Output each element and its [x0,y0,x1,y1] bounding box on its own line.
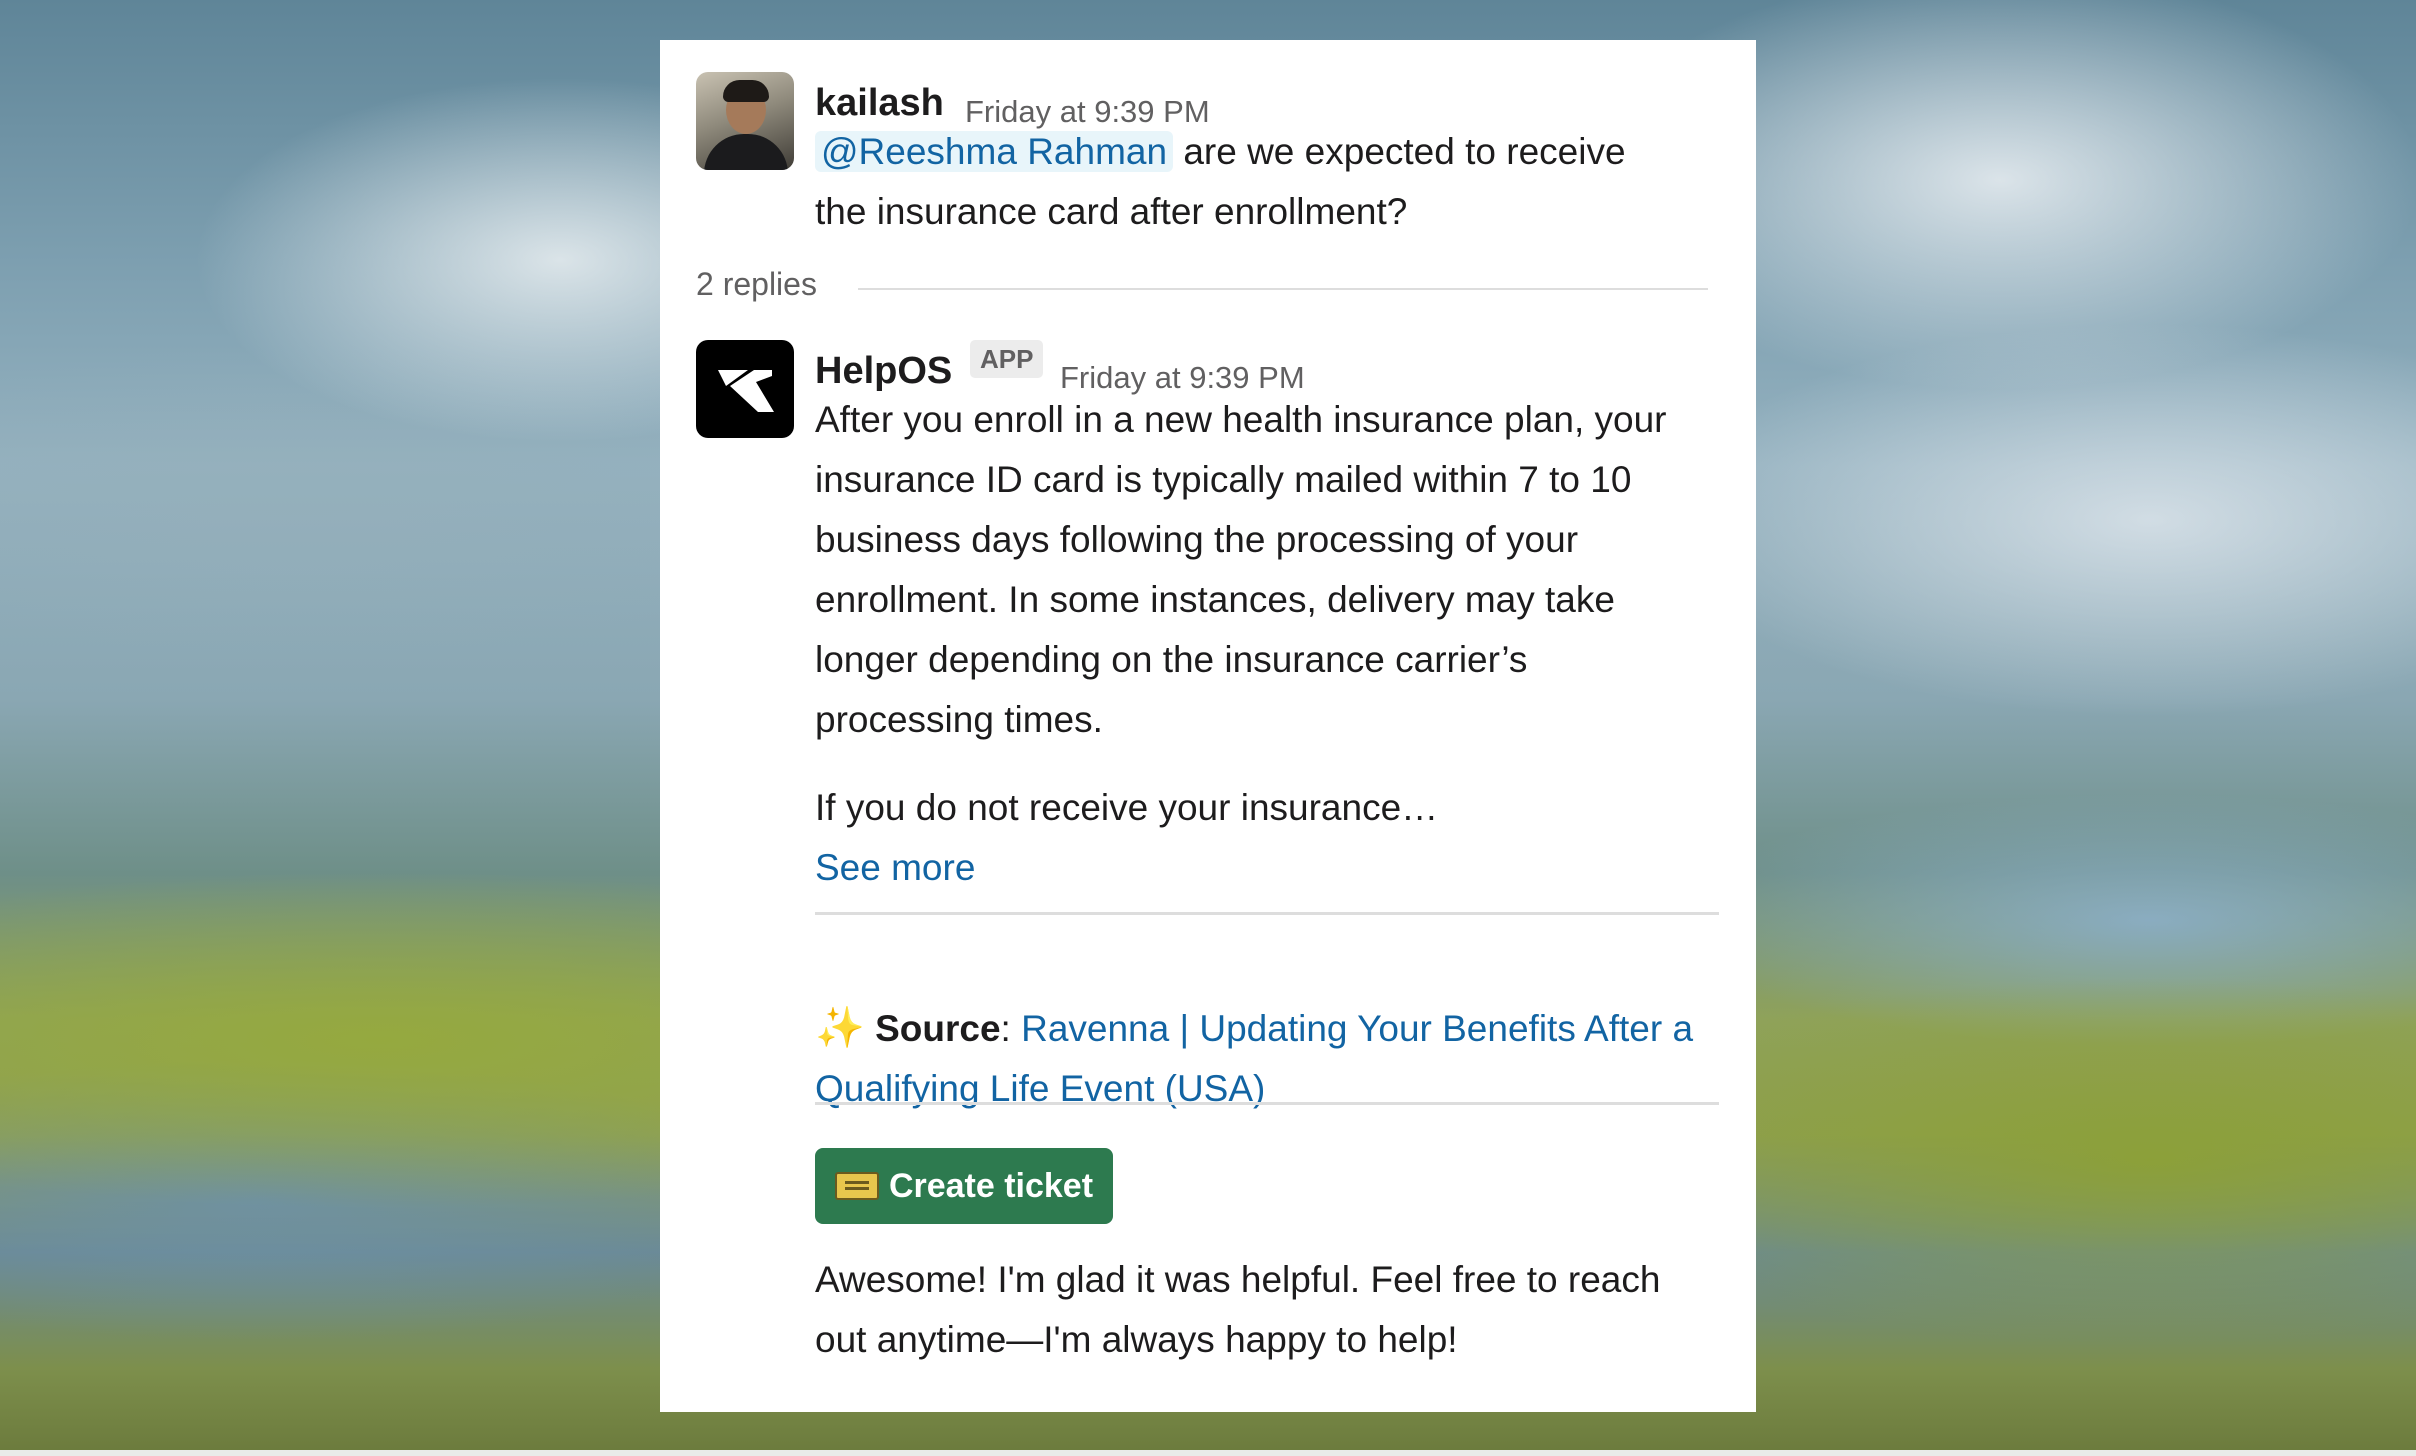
parent-message-text: @Reeshma Rahman are we expected to recei… [815,122,1715,242]
bottom-strip [0,1450,2416,1456]
sparkles-icon: ✨ [815,1006,865,1050]
replies-divider [858,288,1708,290]
bot-author-name[interactable]: HelpOS [815,350,952,393]
avatar-hair [723,80,769,102]
source-block: ✨ Source: Ravenna | Updating Your Benefi… [815,998,1715,1119]
source-label: Source [875,1008,1001,1049]
bot-followup-text: Awesome! I'm glad it was helpful. Feel f… [815,1259,1661,1360]
user-avatar[interactable] [696,72,794,170]
user-mention[interactable]: @Reeshma Rahman [815,131,1174,172]
divider-bottom [815,1102,1719,1105]
replies-count[interactable]: 2 replies [696,266,817,303]
avatar-shoulders [704,134,788,170]
helpos-logo-svg [718,370,774,412]
app-badge: APP [970,340,1044,378]
divider-top [815,912,1719,915]
helpos-logo-icon[interactable] [696,340,794,438]
bot-answer-paragraph: After you enroll in a new health insuran… [815,399,1667,740]
parent-author-name[interactable]: kailash [815,82,944,125]
slack-thread-card: kailash Friday at 9:39 PM @Reeshma Rahma… [660,40,1756,1412]
source-colon: : [1000,1008,1022,1049]
create-ticket-button[interactable]: Create ticket [815,1148,1113,1224]
ticket-icon [834,1172,879,1200]
parent-text-line1: are we expected to receive [1173,131,1626,172]
see-more-link[interactable]: See more [815,838,975,898]
bot-truncated-line: If you do not receive your insurance… [815,787,1439,828]
create-ticket-label: Create ticket [888,1166,1094,1205]
parent-text-line2: the insurance card after enrollment? [815,191,1408,232]
